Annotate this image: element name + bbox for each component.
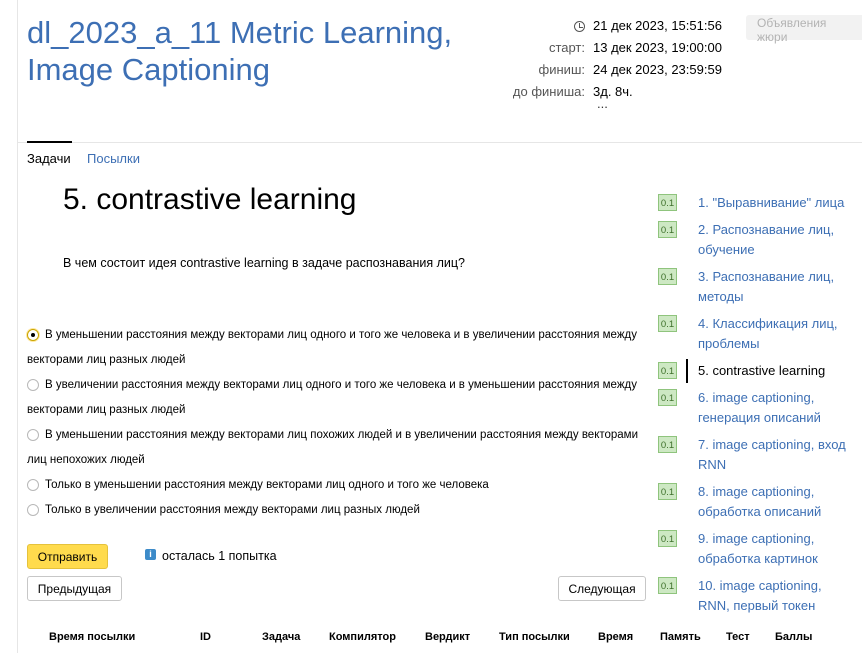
score-badge: 0.1 [658,221,677,238]
score-badge: 0.1 [658,268,677,285]
answer-options: В уменьшении расстояния между векторами … [27,323,652,523]
radio[interactable] [27,504,39,516]
finish-time: 24 дек 2023, 23:59:59 [593,62,722,77]
more-ellipsis[interactable]: ... [597,96,608,111]
col-header[interactable]: Баллы [775,631,812,643]
col-header[interactable]: Время посылки [49,631,135,643]
answer-option[interactable]: Только в увеличении расстояния между век… [27,498,652,523]
problem-list-item[interactable]: 7. image captioning, вход RNN [698,435,858,475]
contest-title: dl_2023_a_11 Metric Learning, Image Capti… [27,15,453,87]
radio-selected[interactable] [27,329,39,341]
current-time: 21 дек 2023, 15:51:56 [593,18,722,33]
col-header[interactable]: ID [200,631,211,643]
answer-option[interactable]: В увеличении расстояния между векторами … [27,373,652,423]
score-badge: 0.1 [658,483,677,500]
radio[interactable] [27,429,39,441]
problem-list-item[interactable]: 8. image captioning, обработка описаний [698,482,858,522]
previous-button[interactable]: Предыдущая [27,576,122,601]
col-header[interactable]: Тест [726,631,750,643]
col-header[interactable]: Компилятор [329,631,396,643]
problem-question: В чем состоит идея contrastive learning … [63,256,465,270]
answer-option[interactable]: В уменьшении расстояния между векторами … [27,323,652,373]
attempts-left: осталась 1 попытка [162,549,277,563]
col-header[interactable]: Память [660,631,701,643]
problem-list-item[interactable]: 1. "Выравнивание" лица [698,193,858,213]
left-border [17,0,18,653]
col-header[interactable]: Вердикт [425,631,470,643]
score-badge: 0.1 [658,315,677,332]
score-badge: 0.1 [658,362,677,379]
problem-list-item[interactable]: 6. image captioning, генерация описаний [698,388,858,428]
current-problem-indicator [686,359,688,383]
answer-option[interactable]: Только в уменьшении расстояния между век… [27,473,652,498]
answer-option[interactable]: В уменьшении расстояния между векторами … [27,423,652,473]
col-header[interactable]: Задача [262,631,300,643]
clock-icon [574,21,585,32]
problem-title: 5. contrastive learning [63,183,357,216]
active-tab-indicator [27,141,72,143]
info-icon: i [145,549,156,560]
radio[interactable] [27,479,39,491]
problem-list-item-current[interactable]: 5. contrastive learning [698,361,858,381]
submit-button[interactable]: Отправить [27,544,108,569]
score-badge: 0.1 [658,436,677,453]
jury-announcements-button[interactable]: Объявления жюри [746,15,862,44]
remaining-label: до финиша: [512,84,585,99]
problem-list-item[interactable]: 3. Распознавание лиц, методы [698,267,858,307]
tab-problems[interactable]: Задачи [27,151,71,166]
contest-timing: 21 дек 2023, 15:51:56 старт: 13 дек 2023,… [480,15,730,103]
score-badge: 0.1 [658,389,677,406]
col-header[interactable]: Тип посылки [499,631,570,643]
problem-list-item[interactable]: 2. Распознавание лиц, обучение [698,220,858,260]
score-badge: 0.1 [658,577,677,594]
col-header[interactable]: Время [598,631,633,643]
next-button[interactable]: Следующая [558,576,646,601]
problem-list-item[interactable]: 10. image captioning, RNN, первый токен [698,576,858,616]
problem-list-item[interactable]: 4. Классификация лиц, проблемы [698,314,858,354]
start-label: старт: [548,40,585,55]
score-badge: 0.1 [658,194,677,211]
start-time: 13 дек 2023, 19:00:00 [593,40,722,55]
finish-label: финиш: [538,62,585,77]
tab-submissions[interactable]: Посылки [87,151,140,166]
score-badge: 0.1 [658,530,677,547]
problem-list-item[interactable]: 9. image captioning, обработка картинок [698,529,858,569]
radio[interactable] [27,379,39,391]
divider [17,142,862,143]
